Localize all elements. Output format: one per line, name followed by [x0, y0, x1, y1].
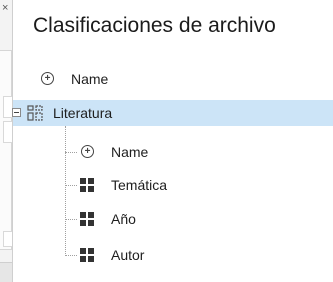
tree-item-add-root[interactable]: + Name [13, 66, 333, 92]
classification-group-icon [27, 105, 43, 124]
panel-title: Clasificaciones de archivo [33, 14, 276, 37]
add-circle-icon: + [81, 145, 94, 158]
left-panel-field[interactable] [3, 121, 12, 143]
tree-item-label: Año [111, 211, 136, 227]
tree-item-label: Autor [111, 247, 145, 263]
tree-item-autor[interactable]: Autor [13, 242, 333, 268]
left-panel-footer [0, 262, 12, 282]
left-panel: × [0, 0, 13, 282]
add-circle-icon: + [41, 72, 54, 85]
tree-item-label: Name [71, 71, 109, 87]
classifications-panel: Clasificaciones de archivo + Name Litera… [12, 0, 333, 282]
tree-item-add-child[interactable]: + Name [13, 139, 333, 165]
tree-item-literatura[interactable]: Literatura [12, 100, 333, 126]
property-grid-icon [79, 247, 95, 266]
tree-item-label: Temática [111, 177, 168, 193]
left-panel-frame [0, 50, 12, 250]
tree-item-ano[interactable]: Año [13, 206, 333, 232]
property-grid-icon [79, 211, 95, 230]
tree-item-label: Literatura [53, 105, 113, 121]
collapse-icon[interactable] [12, 108, 21, 117]
tree-item-tematica[interactable]: Temática [13, 172, 333, 198]
property-grid-icon [79, 177, 95, 196]
left-panel-field[interactable] [3, 96, 12, 118]
tree-item-label: Name [111, 144, 149, 160]
left-panel-close-icon[interactable]: × [2, 2, 8, 14]
left-panel-field[interactable] [3, 231, 12, 247]
